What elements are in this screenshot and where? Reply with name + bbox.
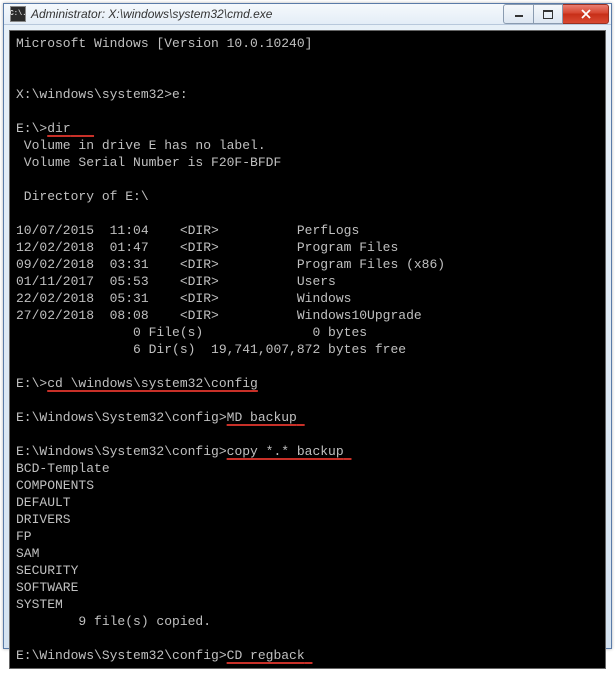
- dir-row: 12/02/2018 01:47 <DIR> Program Files: [16, 240, 398, 255]
- prompt: E:\Windows\System32\config>: [16, 444, 227, 459]
- cmd-dir: dir: [47, 121, 70, 136]
- cmd-md: MD backup: [227, 410, 297, 425]
- output: Volume in drive E has no label.: [16, 138, 266, 153]
- prompt: E:\Windows\System32\config>: [16, 648, 227, 663]
- prompt: E:\>: [16, 376, 47, 391]
- file-copied: BCD-Template: [16, 461, 110, 476]
- output: Volume Serial Number is F20F-BFDF: [16, 155, 281, 170]
- cmd-cd: cd \windows\system32\config: [47, 376, 258, 391]
- file-copied: COMPONENTS: [16, 478, 94, 493]
- prompt: E:\Windows\System32\config>: [16, 410, 227, 425]
- file-copied: SECURITY: [16, 563, 78, 578]
- window: C:\. Administrator: X:\windows\system32\…: [3, 3, 612, 649]
- file-copied: SAM: [16, 546, 39, 561]
- dir-row: 22/02/2018 05:31 <DIR> Windows: [16, 291, 351, 306]
- file-copied: SYSTEM: [16, 597, 63, 612]
- cmd-copy: copy *.* backup: [227, 444, 344, 459]
- cmd: e:: [172, 87, 188, 102]
- close-button[interactable]: [563, 4, 609, 24]
- file-copied: DRIVERS: [16, 512, 71, 527]
- prompt: X:\windows\system32>: [16, 87, 172, 102]
- version-line: Microsoft Windows [Version 10.0.10240]: [16, 36, 312, 51]
- cmd-icon: C:\.: [10, 6, 26, 22]
- dir-row: 10/07/2015 11:04 <DIR> PerfLogs: [16, 223, 359, 238]
- dir-row: 09/02/2018 03:31 <DIR> Program Files (x8…: [16, 257, 445, 272]
- file-copied: DEFAULT: [16, 495, 71, 510]
- client-area: Microsoft Windows [Version 10.0.10240] X…: [4, 25, 611, 674]
- output: Directory of E:\: [16, 189, 149, 204]
- maximize-button[interactable]: [533, 4, 563, 24]
- titlebar[interactable]: C:\. Administrator: X:\windows\system32\…: [4, 4, 611, 25]
- window-controls: [503, 4, 609, 24]
- copy-result: 9 file(s) copied.: [16, 614, 211, 629]
- cmd-cd-regback: CD regback: [227, 648, 305, 663]
- dir-summary: 0 File(s) 0 bytes: [16, 325, 367, 340]
- dir-row: 27/02/2018 08:08 <DIR> Windows10Upgrade: [16, 308, 422, 323]
- file-copied: SOFTWARE: [16, 580, 78, 595]
- prompt: E:\>: [16, 121, 47, 136]
- terminal[interactable]: Microsoft Windows [Version 10.0.10240] X…: [9, 30, 606, 669]
- dir-summary: 6 Dir(s) 19,741,007,872 bytes free: [16, 342, 406, 357]
- minimize-button[interactable]: [503, 4, 533, 24]
- dir-row: 01/11/2017 05:53 <DIR> Users: [16, 274, 336, 289]
- file-copied: FP: [16, 529, 32, 544]
- window-title: Administrator: X:\windows\system32\cmd.e…: [31, 7, 503, 21]
